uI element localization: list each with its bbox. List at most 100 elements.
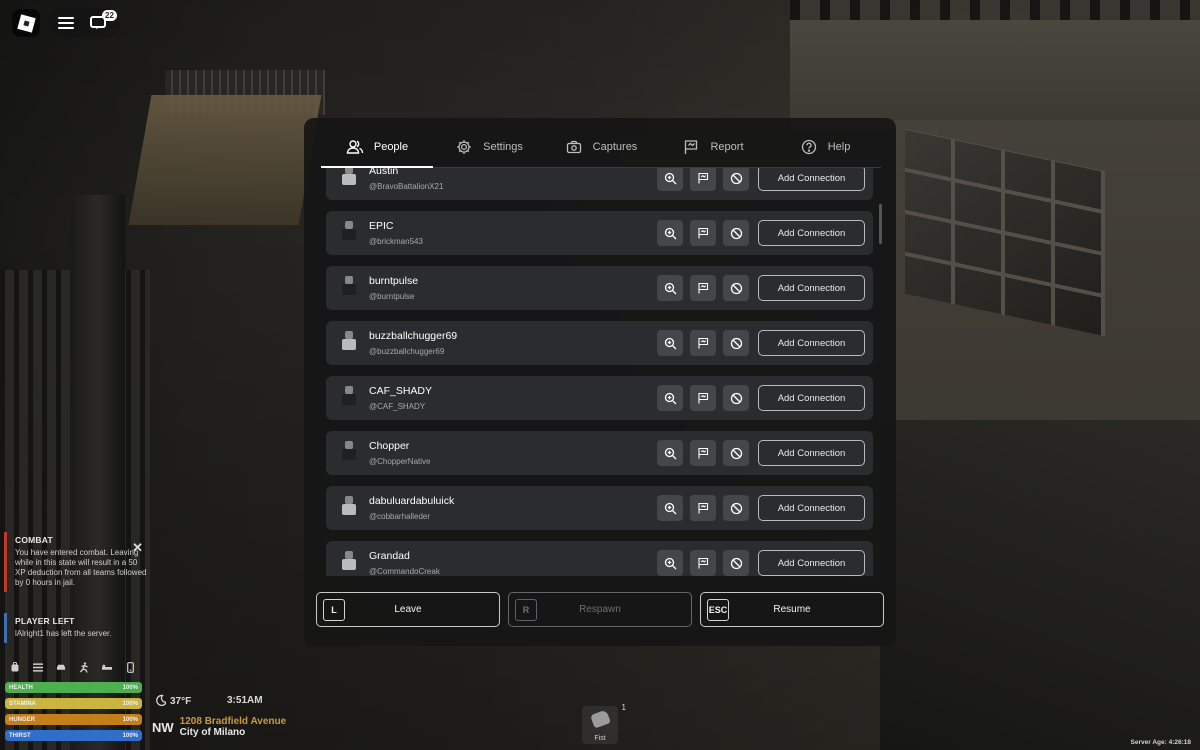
stamina-bar: STAMINA 100% <box>5 698 142 709</box>
bar-value: 100% <box>122 716 138 723</box>
camera-icon <box>565 138 583 156</box>
report-player-button[interactable] <box>690 220 716 246</box>
tab-label: Captures <box>592 140 638 153</box>
game-clock: 3:51AM <box>227 695 263 706</box>
backpack-icon[interactable] <box>10 662 20 672</box>
inspect-button[interactable] <box>657 385 683 411</box>
add-connection-button[interactable]: Add Connection <box>758 385 865 411</box>
tab-report[interactable]: Report <box>657 126 769 167</box>
add-connection-button[interactable]: Add Connection <box>758 220 865 246</box>
report-player-button[interactable] <box>690 550 716 576</box>
hotbar-item-label: Fist <box>594 735 606 742</box>
block-button[interactable] <box>723 275 749 301</box>
bed-icon[interactable] <box>102 662 112 672</box>
top-left-controls: 22 <box>12 8 120 38</box>
player-list[interactable]: Austin @BravoBattalionX21 Add Connection… <box>326 168 882 576</box>
flag-icon <box>698 447 709 459</box>
vehicle-icon[interactable] <box>56 662 66 672</box>
inspect-button[interactable] <box>657 495 683 521</box>
status-icon-row <box>10 661 135 673</box>
player-avatar <box>338 168 360 188</box>
tab-label: Settings <box>483 140 523 153</box>
player-left-notification: PLAYER LEFT lAlright1 has left the serve… <box>4 613 149 643</box>
close-icon[interactable]: ✕ <box>132 540 143 556</box>
block-button[interactable] <box>723 550 749 576</box>
running-icon[interactable] <box>79 661 89 673</box>
player-name: buzzballchugger69 <box>369 330 458 342</box>
block-icon <box>730 337 742 349</box>
report-player-button[interactable] <box>690 275 716 301</box>
player-name: dabuluardabuluick <box>369 495 455 507</box>
people-icon <box>346 138 364 156</box>
block-button[interactable] <box>723 330 749 356</box>
player-name: EPIC <box>369 220 394 232</box>
report-player-button[interactable] <box>690 168 716 191</box>
flag-icon <box>698 502 709 514</box>
block-button[interactable] <box>723 220 749 246</box>
player-name: burntpulse <box>369 275 419 287</box>
inspect-button[interactable] <box>657 330 683 356</box>
notification-body: lAlright1 has left the server. <box>15 629 112 638</box>
block-button[interactable] <box>723 495 749 521</box>
escape-menu: People Settings Captures Report Help Aus… <box>304 118 896 646</box>
add-connection-button[interactable]: Add Connection <box>758 275 865 301</box>
report-player-button[interactable] <box>690 330 716 356</box>
list-scrollbar[interactable] <box>879 204 882 244</box>
tab-settings[interactable]: Settings <box>433 126 545 167</box>
add-connection-button[interactable]: Add Connection <box>758 330 865 356</box>
block-button[interactable] <box>723 168 749 191</box>
zoom-icon <box>664 392 676 404</box>
chat-icon[interactable]: 22 <box>90 10 117 31</box>
zoom-icon <box>664 502 676 514</box>
tab-help[interactable]: Help <box>769 126 881 167</box>
flag-icon <box>698 282 709 294</box>
resume-button[interactable]: ESC Resume <box>700 592 884 627</box>
block-button[interactable] <box>723 440 749 466</box>
flag-icon <box>698 172 709 184</box>
list-icon[interactable] <box>33 662 43 672</box>
tab-captures[interactable]: Captures <box>545 126 657 167</box>
roblox-logo-button[interactable] <box>12 9 40 37</box>
bar-label: THIRST <box>9 732 31 739</box>
player-handle: @burntpulse <box>369 292 415 301</box>
leave-button[interactable]: L Leave <box>316 592 500 627</box>
player-handle: @CAF_SHADY <box>369 402 426 411</box>
inspect-button[interactable] <box>657 220 683 246</box>
respawn-button[interactable]: R Respawn <box>508 592 692 627</box>
flag-icon <box>698 227 709 239</box>
leave-label: Leave <box>394 604 422 615</box>
player-name: Grandad <box>369 550 410 562</box>
hotbar-slot[interactable]: 1 Fist <box>582 703 626 744</box>
hotbar-slot-number: 1 <box>621 703 626 712</box>
topbar-pill: 22 <box>48 8 120 38</box>
block-icon <box>730 392 742 404</box>
block-icon <box>730 172 742 184</box>
block-icon <box>730 557 742 569</box>
inspect-button[interactable] <box>657 440 683 466</box>
player-avatar <box>338 441 360 463</box>
menu-icon[interactable] <box>58 17 74 29</box>
inspect-button[interactable] <box>657 168 683 191</box>
bar-value: 100% <box>122 700 138 707</box>
report-player-button[interactable] <box>690 495 716 521</box>
add-connection-button[interactable]: Add Connection <box>758 550 865 576</box>
block-icon <box>730 447 742 459</box>
tab-people[interactable]: People <box>321 126 433 168</box>
respawn-label: Respawn <box>579 604 621 615</box>
add-connection-button[interactable]: Add Connection <box>758 440 865 466</box>
block-button[interactable] <box>723 385 749 411</box>
notification-title: PLAYER LEFT <box>15 616 75 626</box>
phone-icon[interactable] <box>125 661 135 673</box>
player-row: EPIC @brickman543 Add Connection <box>326 211 873 255</box>
add-connection-button[interactable]: Add Connection <box>758 495 865 521</box>
zoom-icon <box>664 282 676 294</box>
report-player-button[interactable] <box>690 440 716 466</box>
player-row: Grandad @CommandoCreak Add Connection <box>326 541 873 576</box>
add-connection-button[interactable]: Add Connection <box>758 168 865 191</box>
flag-icon <box>698 392 709 404</box>
inspect-button[interactable] <box>657 550 683 576</box>
hunger-bar: HUNGER 100% <box>5 714 142 725</box>
report-player-button[interactable] <box>690 385 716 411</box>
server-age: Server Age: 4:26:18 <box>1130 739 1191 746</box>
inspect-button[interactable] <box>657 275 683 301</box>
